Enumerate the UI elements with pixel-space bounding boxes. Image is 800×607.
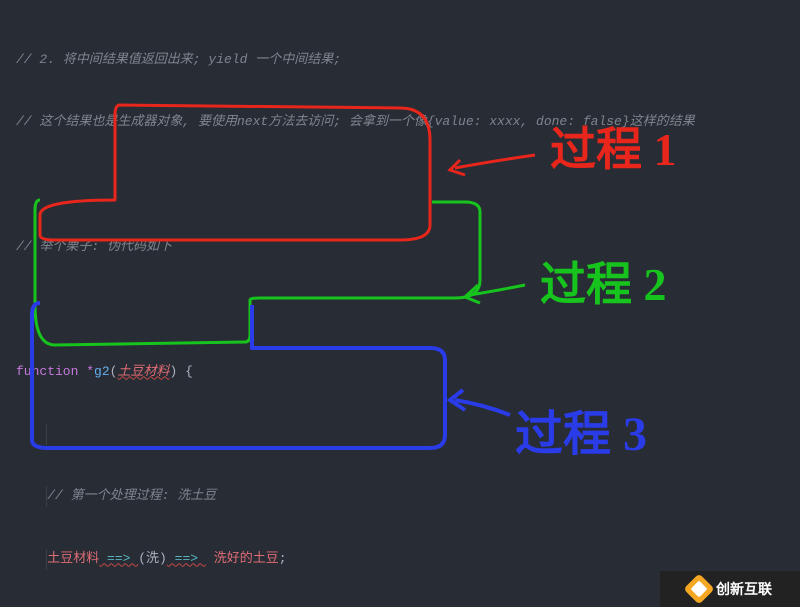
watermark-text: 创新互联	[716, 579, 772, 599]
ident: 洗好的土豆	[214, 551, 279, 566]
arrow-op: ==>	[99, 551, 138, 566]
code-editor[interactable]: // 2. 将中间结果值返回出来; yield 一个中间结果; // 这个结果也…	[0, 0, 800, 607]
comment-line: // 2. 将中间结果值返回出来; yield 一个中间结果;	[16, 52, 341, 67]
watermark: 创新互联	[660, 571, 800, 607]
arrow-op: ==>	[167, 551, 206, 566]
ident: 土豆材料	[47, 551, 99, 566]
function-name: g2	[94, 364, 110, 379]
comment-line: // 这个结果也是生成器对象, 要使用next方法去访问; 会拿到一个像{val…	[16, 114, 695, 129]
step: (洗)	[138, 551, 167, 566]
star: *	[86, 364, 94, 379]
semi: ;	[279, 551, 287, 566]
comment-line: // 举个栗子: 伪代码如下	[16, 239, 172, 254]
paren-brace: ) {	[169, 364, 192, 379]
comment-line: // 第一个处理过程: 洗土豆	[47, 488, 216, 503]
keyword-function: function	[16, 364, 86, 379]
param: 土豆材料	[117, 364, 169, 379]
logo-icon	[688, 578, 710, 600]
